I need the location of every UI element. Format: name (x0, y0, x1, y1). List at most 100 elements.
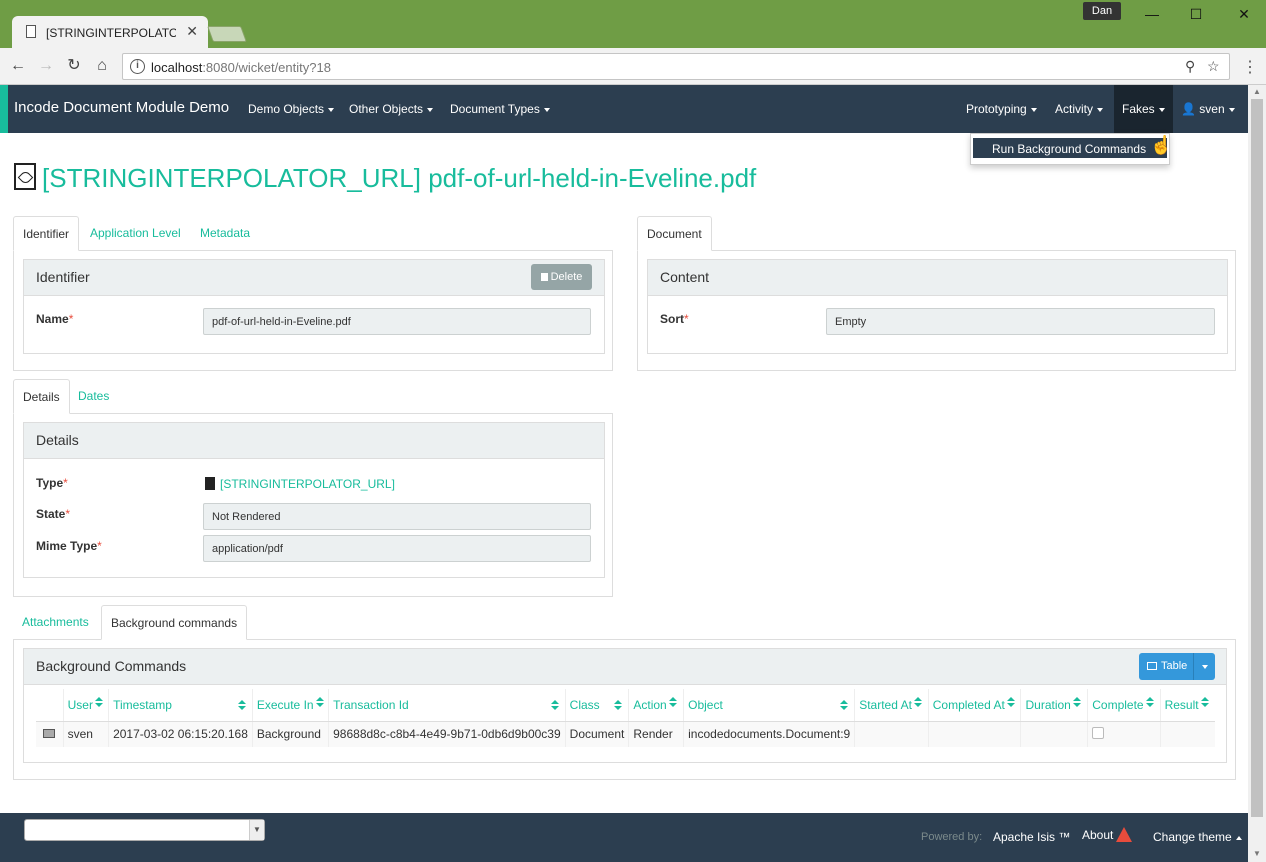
page-title: [STRINGINTERPOLATOR_URL] pdf-of-url-held… (14, 163, 756, 194)
kebab-menu-icon[interactable]: ⋮ (1242, 57, 1258, 77)
identifier-panel: Identifier Delete Name* pdf-of-url-held-… (23, 259, 605, 354)
tab-document[interactable]: Document (637, 216, 712, 251)
zoom-icon[interactable]: ⚲ (1185, 58, 1195, 75)
star-icon[interactable]: ☆ (1207, 58, 1220, 75)
menu-prototyping[interactable]: Prototyping (966, 102, 1037, 116)
scroll-up-icon[interactable]: ▲ (1253, 87, 1261, 96)
details-panel: Details Type* [STRINGINTERPOLATOR_URL] S… (23, 422, 605, 578)
delete-button[interactable]: Delete (531, 264, 592, 290)
type-link[interactable]: [STRINGINTERPOLATOR_URL] (205, 477, 395, 491)
trash-icon (540, 273, 548, 281)
warning-icon (1116, 827, 1133, 842)
cell-action: Render (628, 721, 684, 747)
tab-dates[interactable]: Dates (69, 379, 118, 414)
vertical-scrollbar[interactable]: ▲ ▼ (1248, 85, 1266, 862)
home-icon[interactable]: ⌂ (92, 56, 112, 76)
tab-details[interactable]: Details (13, 379, 70, 414)
hand-cursor-icon: ☝ (1150, 135, 1173, 155)
name-field[interactable]: pdf-of-url-held-in-Eveline.pdf (203, 308, 591, 335)
maximize-icon[interactable]: ☐ (1186, 6, 1206, 24)
browser-tab[interactable]: [STRINGINTERPOLATOR_ ✕ (12, 16, 208, 48)
browser-titlebar: [STRINGINTERPOLATOR_ ✕ Dan — ☐ ✕ (0, 0, 1266, 48)
column-header-execute-in[interactable]: Execute In (251, 689, 329, 722)
chevron-down-icon[interactable]: ▼ (249, 820, 264, 840)
powered-by-label: Powered by: (921, 831, 983, 843)
panel-heading: Details (24, 423, 604, 459)
window-close-icon[interactable]: ✕ (1234, 6, 1254, 24)
scrollbar-thumb[interactable] (1251, 99, 1263, 817)
cell-execute-in: Background (251, 721, 329, 747)
theme-select[interactable]: ▼ (24, 819, 265, 841)
pdf-file-icon (14, 163, 36, 190)
browser-toolbar: ← → ↻ ⌂ i localhost:8080/wicket/entity?1… (0, 48, 1266, 85)
table-header-row: User Timestamp Execute In Transaction Id… (36, 689, 1215, 722)
menu-document-types[interactable]: Document Types (450, 102, 550, 116)
details-tabbar: Details Dates (13, 379, 613, 414)
menu-fakes[interactable]: Fakes (1114, 85, 1173, 133)
background-commands-table: User Timestamp Execute In Transaction Id… (36, 689, 1215, 747)
content-panel: Content Sort* Empty (647, 259, 1228, 354)
change-theme-menu[interactable]: Change theme (1153, 830, 1242, 844)
column-header-user[interactable]: User (62, 689, 109, 722)
back-arrow-icon[interactable]: ← (8, 56, 28, 76)
document-tab-content: Content Sort* Empty (637, 251, 1236, 371)
column-header-result[interactable]: Result (1159, 689, 1215, 722)
minimize-icon[interactable]: — (1142, 6, 1162, 24)
column-header-completed-at[interactable]: Completed At (927, 689, 1021, 722)
cell-complete (1087, 721, 1161, 747)
column-header-transaction-id[interactable]: Transaction Id (328, 689, 566, 722)
tab-identifier[interactable]: Identifier (13, 216, 80, 251)
fakes-dropdown: Run Background Commands (970, 133, 1170, 165)
forward-arrow-icon[interactable]: → (36, 56, 56, 76)
menu-activity[interactable]: Activity (1055, 102, 1104, 116)
cell-result (1159, 721, 1215, 747)
column-header-class[interactable]: Class (564, 689, 629, 722)
menu-user[interactable]: 👤 sven (1181, 102, 1235, 116)
close-icon[interactable]: ✕ (186, 23, 198, 40)
menu-demo-objects[interactable]: Demo Objects (248, 102, 335, 116)
menu-other-objects[interactable]: Other Objects (349, 102, 434, 116)
column-header-started-at[interactable]: Started At (854, 689, 929, 722)
column-header-timestamp[interactable]: Timestamp (108, 689, 253, 722)
column-header-duration[interactable]: Duration (1020, 689, 1088, 722)
about-link[interactable]: About (1082, 827, 1133, 842)
scroll-down-icon[interactable]: ▼ (1253, 849, 1261, 858)
run-background-commands-item[interactable]: Run Background Commands (973, 138, 1167, 158)
sort-field[interactable]: Empty (826, 308, 1215, 335)
tab-attachments[interactable]: Attachments (13, 605, 98, 640)
new-tab-button[interactable] (207, 26, 247, 42)
cell-completed-at (927, 721, 1021, 747)
web-page: Incode Document Module Demo Demo Objects… (0, 85, 1266, 862)
app-brand[interactable]: Incode Document Module Demo (14, 99, 229, 116)
browser-tab-title: [STRINGINTERPOLATOR_ (46, 26, 176, 40)
panel-heading: Identifier (24, 260, 604, 296)
user-icon: 👤 (1181, 102, 1196, 116)
column-header-complete[interactable]: Complete (1087, 689, 1161, 722)
profile-chip[interactable]: Dan (1083, 2, 1121, 20)
apache-isis-link[interactable]: Apache Isis ™ (993, 830, 1070, 844)
tab-application-level[interactable]: Application Level (81, 216, 190, 251)
cell-timestamp: 2017-03-02 06:15:20.168 (108, 721, 253, 747)
sort-label: Sort* (660, 312, 689, 326)
cell-transaction-id: 98688d8c-c8b4-4e49-9b71-0db6d9b00c39 (328, 721, 566, 747)
identifier-tab-content: Identifier Delete Name* pdf-of-url-held-… (13, 251, 613, 371)
cell-duration (1020, 721, 1088, 747)
complete-checkbox (1092, 726, 1105, 739)
url-text: localhost:8080/wicket/entity?18 (151, 60, 331, 75)
reload-icon[interactable]: ↻ (64, 56, 84, 76)
tab-background-commands[interactable]: Background commands (101, 605, 248, 640)
address-bar[interactable]: i localhost:8080/wicket/entity?18 ⚲ ☆ (122, 53, 1230, 80)
chevron-down-icon[interactable] (1202, 665, 1208, 669)
row-select-cell[interactable] (36, 721, 64, 747)
tab-metadata[interactable]: Metadata (191, 216, 259, 251)
state-field[interactable]: Not Rendered (203, 503, 591, 530)
object-icon[interactable] (43, 729, 56, 739)
column-header-action[interactable]: Action (628, 689, 684, 722)
info-icon[interactable]: i (130, 59, 145, 74)
column-header-object[interactable]: Object (683, 689, 855, 722)
table-view-button[interactable]: Table (1139, 653, 1215, 680)
background-tabbar: Attachments Background commands (13, 605, 1236, 640)
state-label: State* (36, 507, 71, 521)
table-row[interactable]: sven 2017-03-02 06:15:20.168 Background … (36, 721, 1215, 747)
mime-type-field[interactable]: application/pdf (203, 535, 591, 562)
